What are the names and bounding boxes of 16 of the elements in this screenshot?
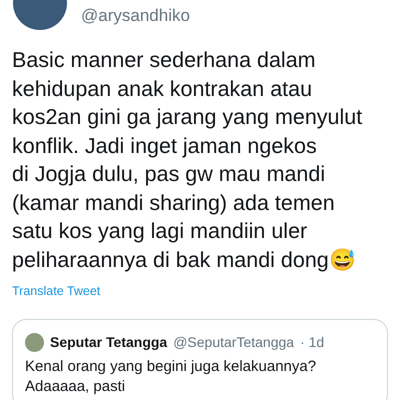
tweet-text-line: kehidupan anak kontrakan atau (12, 76, 314, 102)
tweet-text-line: (kamar mandi sharing) ada temen (12, 190, 336, 216)
quoted-handle: @SeputarTetangga (173, 333, 294, 352)
quoted-name: Seputar Tetangga (50, 333, 168, 352)
tweet-text-line: kos2an gini ga jarang yang menyulut (12, 104, 364, 131)
quoted-text-line: Kenal orang yang begini juga kelakuannya? (25, 357, 318, 377)
tweet-text-line: satu kos yang lagi mandiin uler (12, 218, 308, 245)
tweet-text-line: konflik. Jadi inget jaman ngekos (12, 132, 318, 160)
quoted-text-line: Adaaaaa, pasti (25, 377, 126, 397)
tweet-text-line: peliharaannya di bak mandi dong😅 (12, 246, 357, 274)
author-handle: @arysandhiko (81, 5, 190, 28)
tweet-text-line: di Jogja dulu, pas gw mau mandi (12, 161, 326, 188)
quoted-avatar (25, 333, 44, 352)
quoted-tweet-card[interactable]: Seputar Tetangga @SeputarTetangga · 1d Kenal orang yang begini juga kelakuannya? Adaaaaa, pasti (12, 319, 388, 400)
tweet-text-line: Basic manner sederhana dalam (12, 47, 317, 74)
quoted-time: · 1d (300, 333, 324, 352)
